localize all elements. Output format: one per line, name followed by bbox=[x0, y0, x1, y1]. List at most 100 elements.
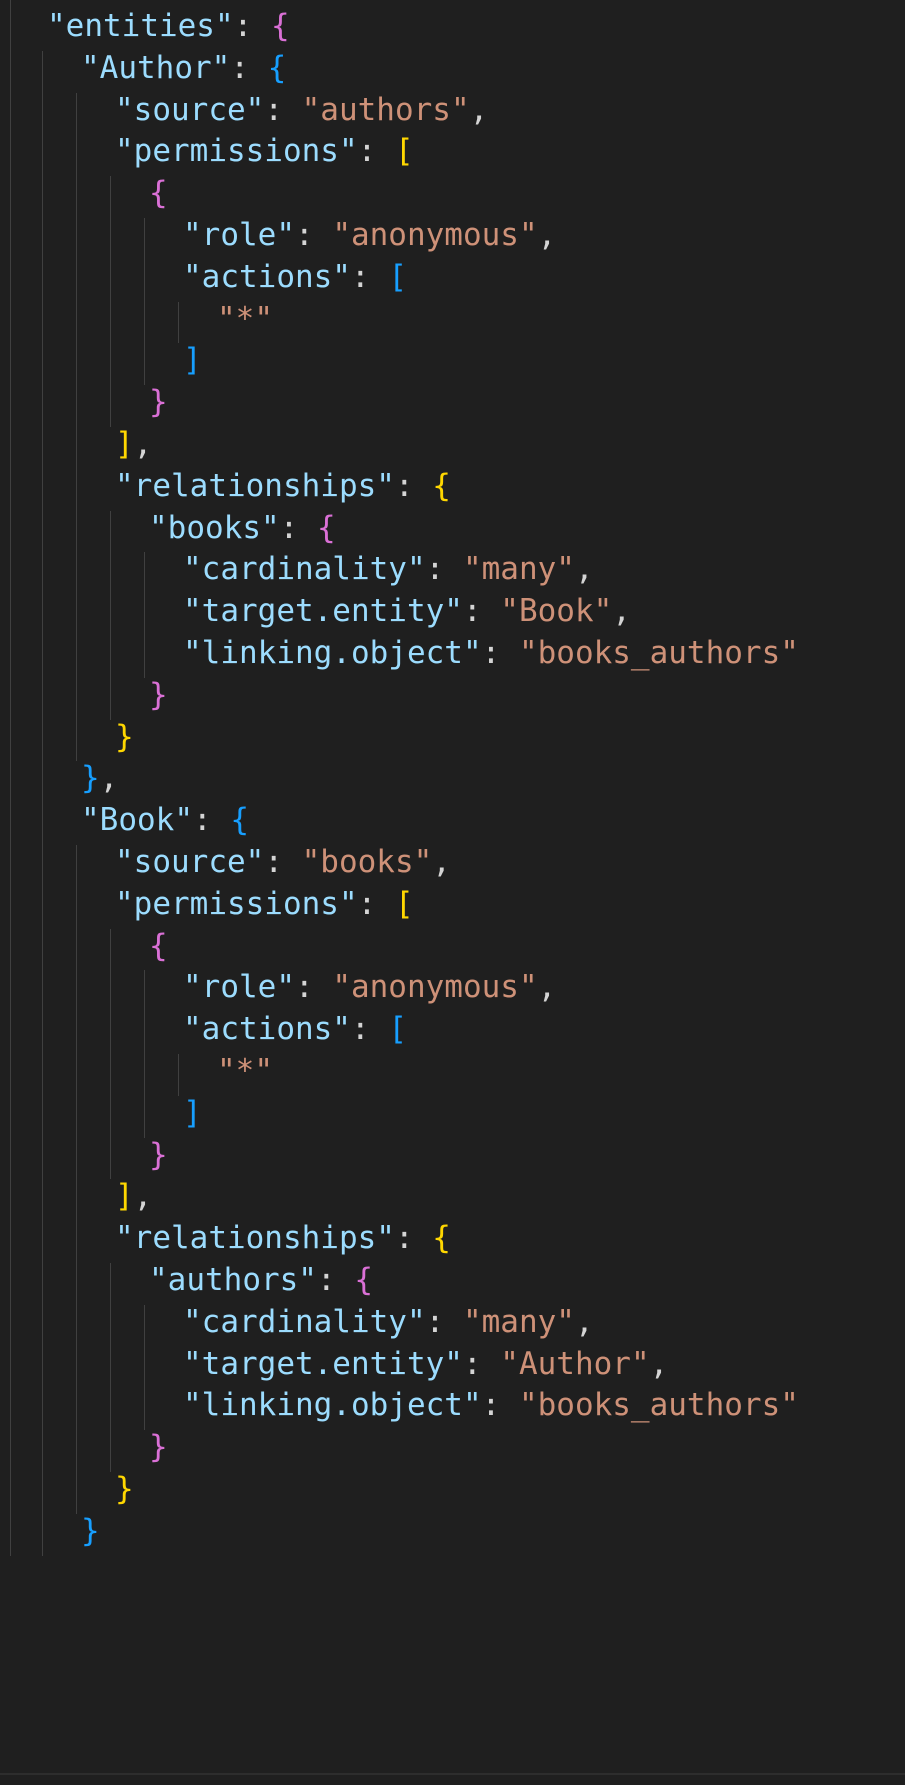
json-string: "Book" bbox=[500, 593, 613, 630]
json-key: "permissions" bbox=[115, 885, 358, 922]
code-line[interactable]: } bbox=[149, 382, 168, 424]
code-line[interactable]: "source": "authors", bbox=[115, 90, 488, 132]
code-line[interactable]: { bbox=[149, 926, 168, 968]
json-key: "permissions" bbox=[115, 133, 358, 170]
indent-guide bbox=[110, 1263, 111, 1472]
bracket: } bbox=[149, 676, 168, 713]
indent-guide bbox=[178, 1054, 179, 1096]
code-line[interactable]: "permissions": [ bbox=[115, 884, 414, 926]
bracket: ] bbox=[115, 1178, 134, 1215]
code-line[interactable]: "Book": { bbox=[81, 800, 249, 842]
punctuation: : bbox=[394, 1220, 433, 1257]
punctuation: , bbox=[537, 217, 557, 253]
punctuation: , bbox=[612, 593, 631, 630]
indent-guide bbox=[110, 176, 111, 427]
punctuation: : bbox=[294, 969, 333, 1006]
json-string: "books" bbox=[301, 844, 433, 880]
punctuation: , bbox=[469, 91, 489, 128]
punctuation: : bbox=[264, 91, 302, 128]
punctuation: : bbox=[462, 593, 501, 630]
bracket: { bbox=[270, 8, 290, 44]
punctuation: : bbox=[264, 844, 302, 880]
bracket: ] bbox=[183, 342, 202, 379]
code-line[interactable]: "actions": [ bbox=[183, 1009, 407, 1051]
code-line[interactable]: "cardinality": "many", bbox=[183, 1302, 594, 1344]
bracket: [ bbox=[388, 258, 407, 295]
indent-guide bbox=[110, 510, 111, 720]
code-line[interactable]: } bbox=[149, 1135, 168, 1177]
code-line[interactable]: "linking.object": "books_authors" bbox=[183, 1385, 799, 1427]
bracket: } bbox=[149, 384, 168, 421]
punctuation: : bbox=[316, 1262, 355, 1298]
json-key: "cardinality" bbox=[183, 1303, 426, 1340]
json-string: "books_authors" bbox=[518, 1387, 799, 1424]
code-line[interactable]: "Author": { bbox=[81, 48, 286, 90]
code-line[interactable]: } bbox=[149, 1427, 168, 1469]
code-line[interactable]: "entities": { bbox=[47, 6, 290, 48]
json-key: "source" bbox=[115, 844, 265, 880]
punctuation: : bbox=[425, 1303, 463, 1340]
bracket: } bbox=[149, 1429, 168, 1466]
code-line[interactable]: } bbox=[115, 717, 134, 759]
code-line[interactable]: "permissions": [ bbox=[115, 131, 414, 173]
json-string: "books_authors" bbox=[518, 635, 799, 671]
json-key: "actions" bbox=[183, 1011, 351, 1048]
bracket: [ bbox=[394, 133, 414, 170]
code-line[interactable]: } bbox=[115, 1469, 134, 1511]
indent-guide bbox=[76, 845, 77, 1514]
json-key: "actions" bbox=[183, 258, 351, 295]
punctuation: : bbox=[357, 133, 395, 170]
code-line[interactable]: "role": "anonymous", bbox=[183, 215, 556, 257]
code-line[interactable]: ], bbox=[115, 1176, 152, 1218]
code-line[interactable]: "relationships": { bbox=[115, 1218, 451, 1260]
punctuation: : bbox=[394, 467, 433, 504]
bracket: { bbox=[149, 175, 168, 212]
punctuation: : bbox=[192, 802, 231, 839]
json-key: "linking.object" bbox=[183, 635, 482, 671]
code-line[interactable]: { bbox=[149, 173, 168, 215]
punctuation: : bbox=[357, 885, 395, 922]
json-key: "Author" bbox=[81, 49, 231, 86]
code-line[interactable]: "books": { bbox=[149, 508, 336, 550]
punctuation: , bbox=[537, 969, 557, 1006]
code-line[interactable]: "*" bbox=[217, 1051, 273, 1093]
json-key: "target.entity" bbox=[183, 593, 463, 630]
code-line[interactable]: "role": "anonymous", bbox=[183, 967, 556, 1009]
code-line[interactable]: } bbox=[149, 675, 168, 717]
bracket: [ bbox=[388, 1011, 407, 1048]
punctuation: : bbox=[425, 551, 463, 588]
punctuation: : bbox=[350, 258, 389, 295]
bracket: } bbox=[115, 1471, 134, 1507]
bracket: { bbox=[432, 467, 451, 504]
bracket: { bbox=[316, 509, 336, 546]
code-line[interactable]: "authors": { bbox=[149, 1260, 373, 1302]
bracket: { bbox=[149, 927, 168, 964]
code-line[interactable]: "target.entity": "Author", bbox=[183, 1344, 668, 1386]
code-line[interactable]: } bbox=[81, 1511, 100, 1553]
code-line[interactable]: ], bbox=[115, 424, 152, 466]
code-line[interactable]: "cardinality": "many", bbox=[183, 549, 594, 591]
punctuation: : bbox=[279, 509, 317, 546]
bracket: ] bbox=[115, 426, 134, 462]
code-line[interactable]: ] bbox=[183, 340, 202, 382]
code-line[interactable]: "source": "books", bbox=[115, 842, 451, 884]
code-line[interactable]: "linking.object": "books_authors" bbox=[183, 633, 799, 675]
code-line[interactable]: "actions": [ bbox=[183, 257, 407, 299]
json-string: "many" bbox=[462, 1303, 575, 1340]
code-line[interactable]: ] bbox=[183, 1093, 202, 1135]
json-string: "Author" bbox=[500, 1345, 650, 1382]
bracket: } bbox=[81, 1512, 100, 1549]
code-editor[interactable]: "entities": {"Author": {"source": "autho… bbox=[0, 0, 905, 1785]
punctuation: : bbox=[294, 217, 333, 253]
bracket: { bbox=[432, 1220, 451, 1257]
json-string: "*" bbox=[217, 300, 273, 337]
json-key: "cardinality" bbox=[183, 551, 426, 588]
code-line[interactable]: "relationships": { bbox=[115, 466, 451, 508]
code-line[interactable]: }, bbox=[81, 758, 118, 800]
json-key: "entities" bbox=[47, 8, 234, 44]
punctuation: : bbox=[481, 635, 519, 671]
bracket: { bbox=[354, 1262, 373, 1298]
code-line[interactable]: "target.entity": "Book", bbox=[183, 591, 631, 633]
punctuation: , bbox=[99, 760, 119, 797]
code-line[interactable]: "*" bbox=[217, 299, 273, 341]
